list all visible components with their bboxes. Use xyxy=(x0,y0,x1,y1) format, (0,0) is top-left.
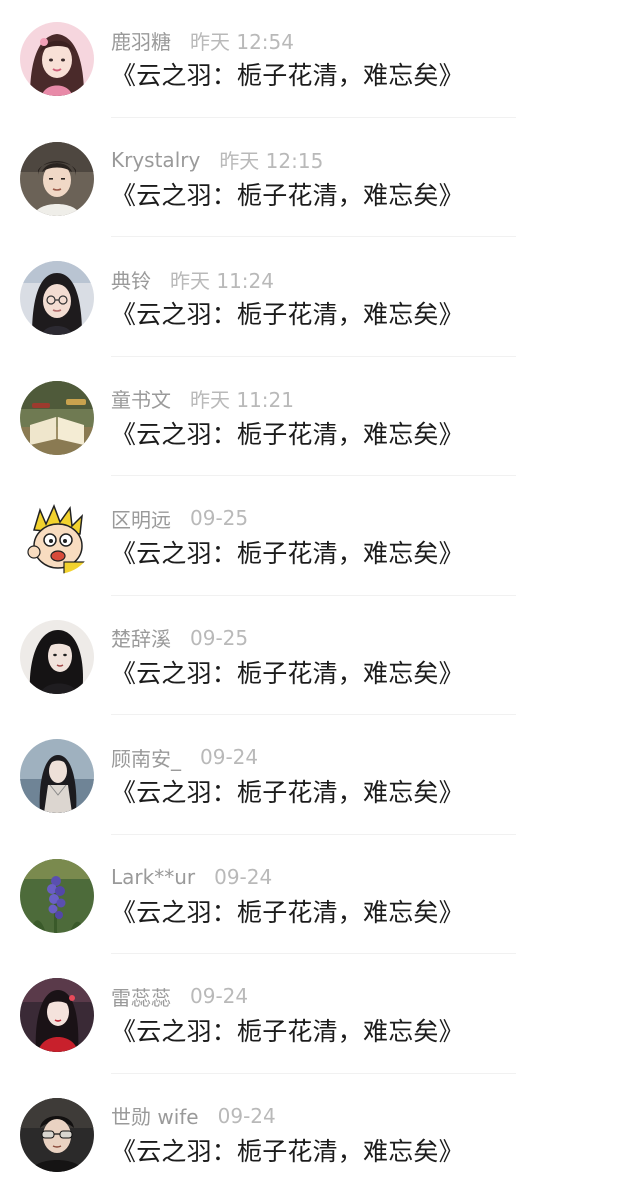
comment-meta: 典铃 昨天 11:24 xyxy=(111,265,274,293)
comment-text: 《云之羽：栀子花清，难忘矣》 xyxy=(111,295,464,331)
comment-item: 顾南安_ 09-24 《云之羽：栀子花清，难忘矣》 xyxy=(0,717,640,837)
divider xyxy=(111,117,516,118)
comment-text: 《云之羽：栀子花清，难忘矣》 xyxy=(111,1132,464,1168)
comment-time: 09-25 xyxy=(190,506,248,530)
user-avatar[interactable] xyxy=(20,739,94,813)
username[interactable]: 世勋 wife xyxy=(111,1101,199,1130)
comment-item: Lark**ur 09-24 《云之羽：栀子花清，难忘矣》 xyxy=(0,837,640,957)
divider xyxy=(111,714,516,715)
comment-time: 昨天 12:15 xyxy=(219,145,323,174)
divider xyxy=(111,475,516,476)
user-avatar[interactable] xyxy=(20,500,94,574)
comment-meta: 鹿羽糖 昨天 12:54 xyxy=(111,26,294,54)
comment-time: 09-24 xyxy=(214,865,272,889)
avatar-girl-pink-icon xyxy=(20,22,94,96)
comment-time: 09-24 xyxy=(200,745,258,769)
comment-item: 雷蕊蕊 09-24 《云之羽：栀子花清，难忘矣》 xyxy=(0,956,640,1076)
comment-text: 《云之羽：栀子花清，难忘矣》 xyxy=(111,534,464,570)
avatar-purple-flowers-icon xyxy=(20,859,94,933)
comment-item: 世勋 wife 09-24 《云之羽：栀子花清，难忘矣》 xyxy=(0,1076,640,1195)
comment-time: 09-25 xyxy=(190,626,248,650)
user-avatar[interactable] xyxy=(20,620,94,694)
divider xyxy=(111,1073,516,1074)
username[interactable]: 鹿羽糖 xyxy=(111,26,171,55)
comment-item: 区明远 09-25 《云之羽：栀子花清，难忘矣》 xyxy=(0,478,640,598)
comment-meta: Krystalry 昨天 12:15 xyxy=(111,146,323,174)
username[interactable]: 区明远 xyxy=(111,504,171,533)
divider xyxy=(111,953,516,954)
comment-meta: 楚辞溪 09-25 xyxy=(111,624,248,652)
comment-time: 昨天 11:21 xyxy=(190,384,294,413)
user-avatar[interactable] xyxy=(20,859,94,933)
divider xyxy=(111,236,516,237)
avatar-open-book-icon xyxy=(20,381,94,455)
avatar-cartoon-icon xyxy=(20,500,94,574)
comment-text: 《云之羽：栀子花清，难忘矣》 xyxy=(111,415,464,451)
comment-text: 《云之羽：栀子花清，难忘矣》 xyxy=(111,893,464,929)
divider xyxy=(111,356,516,357)
divider xyxy=(111,595,516,596)
comment-meta: 区明远 09-25 xyxy=(111,504,248,532)
user-avatar[interactable] xyxy=(20,978,94,1052)
user-avatar[interactable] xyxy=(20,22,94,96)
comment-meta: 雷蕊蕊 09-24 xyxy=(111,982,248,1010)
username[interactable]: Lark**ur xyxy=(111,865,195,889)
comment-text: 《云之羽：栀子花清，难忘矣》 xyxy=(111,773,464,809)
avatar-girl-by-water-icon xyxy=(20,739,94,813)
avatar-man-sunglasses-icon xyxy=(20,1098,94,1172)
comment-time: 09-24 xyxy=(190,984,248,1008)
comment-item: 童书文 昨天 11:21 《云之羽：栀子花清，难忘矣》 xyxy=(0,359,640,479)
comment-text: 《云之羽：栀子花清，难忘矣》 xyxy=(111,1012,464,1048)
username[interactable]: 童书文 xyxy=(111,384,171,413)
username[interactable]: Krystalry xyxy=(111,148,200,172)
comment-item: Krystalry 昨天 12:15 《云之羽：栀子花清，难忘矣》 xyxy=(0,120,640,240)
comment-time: 09-24 xyxy=(218,1104,276,1128)
comment-text: 《云之羽：栀子花清，难忘矣》 xyxy=(111,56,464,92)
avatar-girl-glasses-icon xyxy=(20,261,94,335)
comment-text: 《云之羽：栀子花清，难忘矣》 xyxy=(111,176,464,212)
avatar-dark-hair-girl-icon xyxy=(20,620,94,694)
divider xyxy=(111,834,516,835)
comment-meta: Lark**ur 09-24 xyxy=(111,863,272,891)
user-avatar[interactable] xyxy=(20,381,94,455)
comment-text: 《云之羽：栀子花清，难忘矣》 xyxy=(111,654,464,690)
comment-meta: 童书文 昨天 11:21 xyxy=(111,385,294,413)
username[interactable]: 典铃 xyxy=(111,265,151,294)
comment-meta: 世勋 wife 09-24 xyxy=(111,1102,276,1130)
comment-time: 昨天 12:54 xyxy=(190,26,294,55)
comment-item: 典铃 昨天 11:24 《云之羽：栀子花清，难忘矣》 xyxy=(0,239,640,359)
avatar-girl-red-dress-icon xyxy=(20,978,94,1052)
comment-item: 楚辞溪 09-25 《云之羽：栀子花清，难忘矣》 xyxy=(0,598,640,718)
username[interactable]: 楚辞溪 xyxy=(111,623,171,652)
user-avatar[interactable] xyxy=(20,142,94,216)
comment-item: 鹿羽糖 昨天 12:54 《云之羽：栀子花清，难忘矣》 xyxy=(0,0,640,120)
user-avatar[interactable] xyxy=(20,261,94,335)
username[interactable]: 雷蕊蕊 xyxy=(111,982,171,1011)
user-avatar[interactable] xyxy=(20,1098,94,1172)
comment-page: 鹿羽糖 昨天 12:54 《云之羽：栀子花清，难忘矣》 xyxy=(0,0,640,1180)
avatar-boy-selfie-icon xyxy=(20,142,94,216)
username[interactable]: 顾南安_ xyxy=(111,743,181,772)
comment-time: 昨天 11:24 xyxy=(170,265,274,294)
comment-meta: 顾南安_ 09-24 xyxy=(111,743,258,771)
comment-list: 鹿羽糖 昨天 12:54 《云之羽：栀子花清，难忘矣》 xyxy=(0,0,640,1180)
